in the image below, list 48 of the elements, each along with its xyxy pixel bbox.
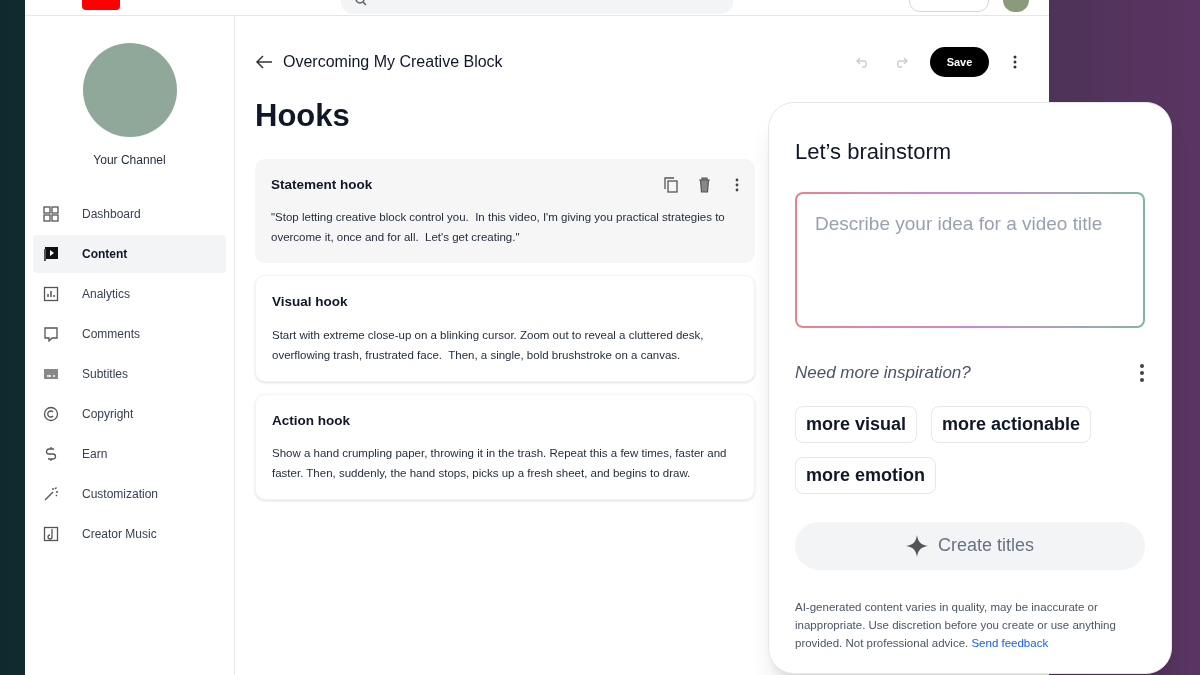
inspiration-label: Need more inspiration?	[795, 362, 971, 384]
subtitles-icon	[43, 366, 59, 382]
sidebar-item[interactable]: Earn	[33, 435, 226, 473]
sidebar-item[interactable]: Comments	[33, 315, 226, 353]
copy-icon[interactable]	[664, 177, 678, 194]
chart-icon	[43, 286, 59, 302]
hook-card[interactable]: Visual hook Start with extreme close-up on a blinking cursor. Zoom out to reveal a cluttered desk, overflowing trash, frustrated face. Then, a single, bold brushstroke on a canvas.	[255, 275, 755, 382]
magic-wand-icon	[43, 486, 59, 502]
search-icon	[355, 0, 367, 6]
suggestion-chip[interactable]: more actionable	[931, 405, 1092, 443]
sparkle-icon	[905, 534, 928, 557]
video-title: Overcoming My Creative Block	[283, 52, 503, 72]
sidebar-item[interactable]: Copyright	[33, 395, 226, 433]
suggestion-chip[interactable]: more visual	[795, 405, 918, 443]
video-icon	[43, 246, 59, 262]
sidebar-item[interactable]: Subtitles	[33, 355, 226, 393]
comment-icon	[43, 326, 59, 342]
dollar-icon	[43, 446, 59, 462]
hook-title: Visual hook	[272, 293, 348, 312]
more-options-icon[interactable]	[1013, 55, 1017, 69]
hook-card[interactable]: Action hook Show a hand crumpling paper, throwing it in the trash. Repeat this a few times, faster and faster. Then, suddenly, the hand stops, picks up a fresh sheet, and begins to draw.	[255, 393, 755, 500]
sidebar-item[interactable]: Customization	[33, 475, 226, 513]
more-options-icon[interactable]	[735, 178, 739, 193]
music-icon	[43, 526, 59, 542]
hook-title: Statement hook	[271, 176, 373, 194]
hook-text: Start with extreme close-up on a blinking cursor. Zoom out to reveal a cluttered desk, overflowing trash, frustrated face. Then, a single, bold brushstroke on a canvas.	[272, 327, 705, 363]
hook-card[interactable]: Statement hook "Stop letting creative block control you. In this video, I'm giving you practical strategies to overcome it, once and for all. Let's get creating."	[255, 159, 755, 264]
grid-icon	[43, 206, 59, 222]
trash-icon[interactable]	[698, 177, 711, 194]
disclaimer-text: AI-generated content varies in quality, may be inaccurate or inappropriate. Use discretion before you create or use anything provided. Not professional advice. Send feedback	[795, 599, 1117, 651]
page-heading: Hooks	[255, 100, 351, 131]
sidebar-item[interactable]: Content	[33, 235, 226, 273]
send-feedback-link[interactable]: Send feedback	[971, 636, 1049, 649]
more-options-icon[interactable]	[1139, 362, 1145, 383]
suggestion-chip[interactable]: more emotion	[795, 456, 936, 494]
channel-name: Your Channel	[92, 152, 167, 169]
hook-text: Show a hand crumpling paper, throwing it in the trash. Repeat this a few times, faster and faster. Then, suddenly, the hand stops, picks up a fresh sheet, and begins to draw.	[272, 445, 728, 481]
hook-text: "Stop letting creative block control you. In this video, I'm giving you practical strategies to overcome it, once and for all. Let's get creating."	[271, 210, 726, 246]
sidebar-item[interactable]: Analytics	[33, 275, 226, 313]
hook-title: Action hook	[272, 411, 350, 430]
panel-title: Let’s brainstorm	[795, 138, 953, 166]
save-button[interactable]: Save	[930, 47, 989, 77]
copyright-icon	[43, 406, 59, 422]
logo-icon	[82, 0, 120, 10]
idea-field[interactable]: Describe your idea for a video title	[795, 192, 1145, 328]
sidebar-item[interactable]: Dashboard	[33, 195, 226, 233]
back-arrow-icon[interactable]	[255, 55, 273, 69]
sidebar-item[interactable]: Creator Music	[33, 515, 226, 553]
